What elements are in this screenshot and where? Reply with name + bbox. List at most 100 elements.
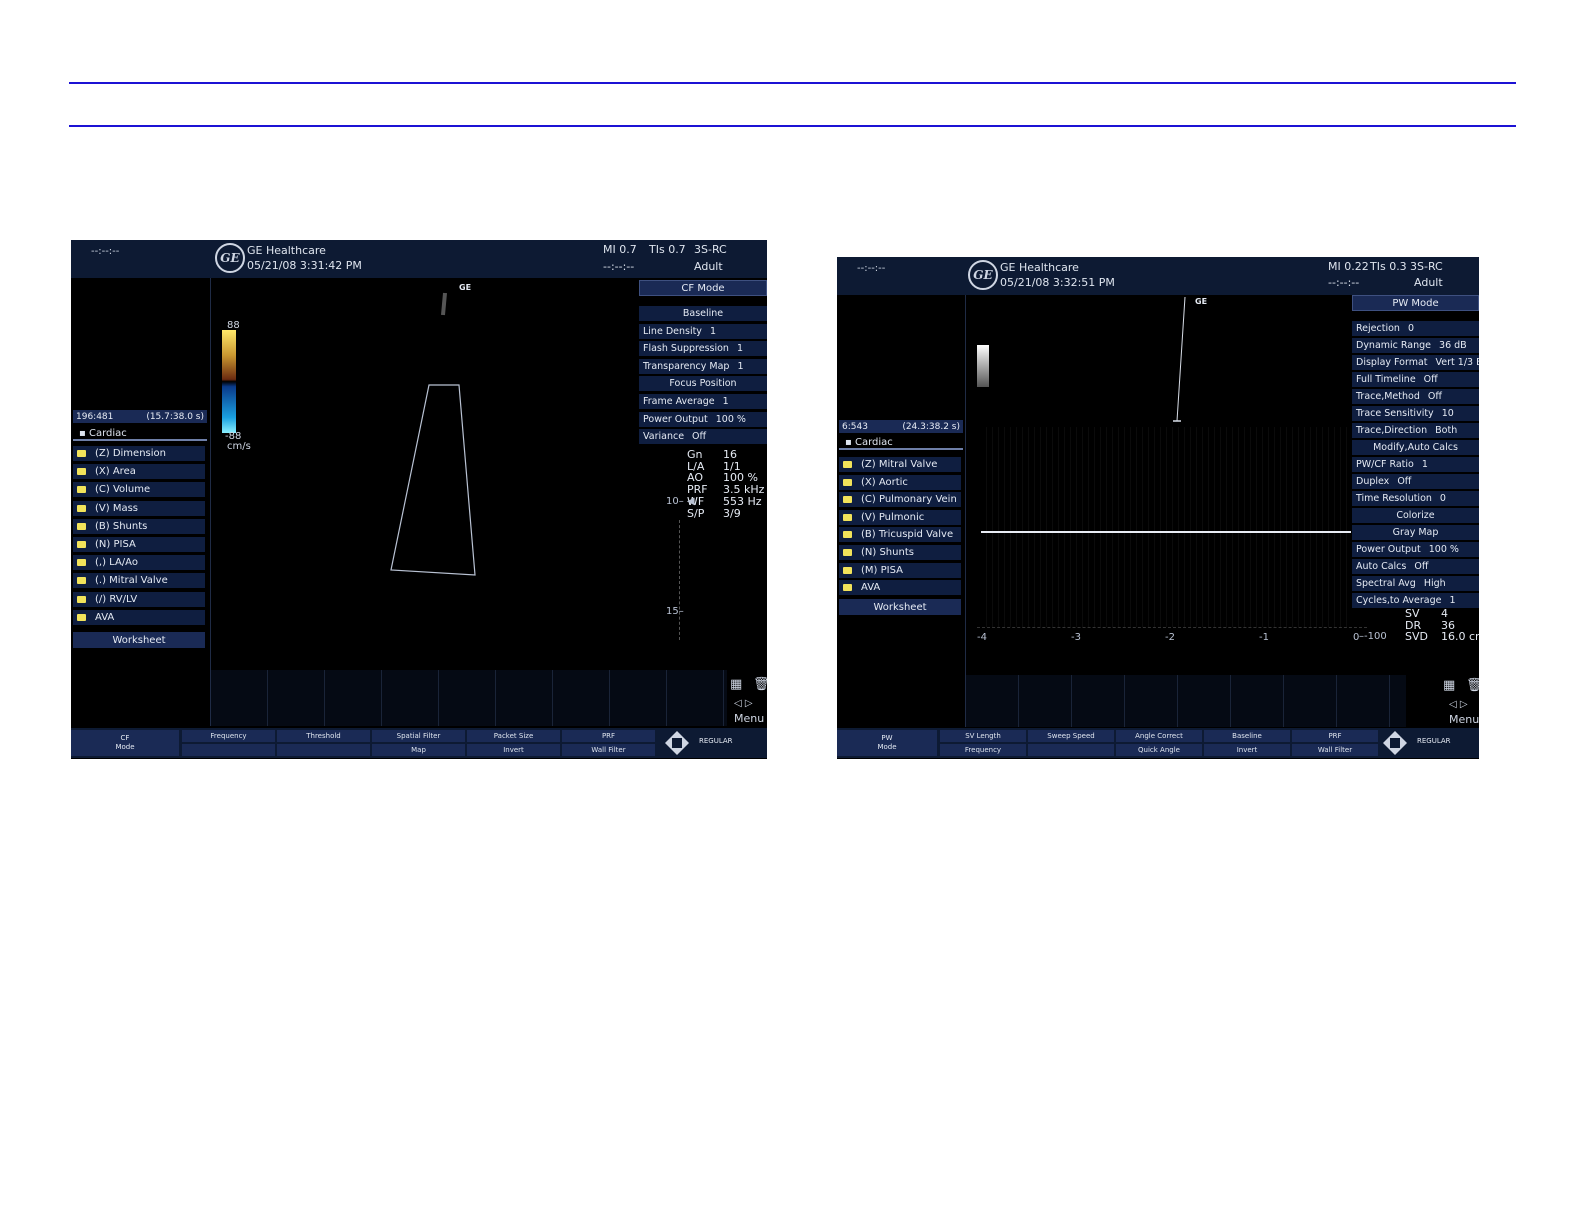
softkey-top[interactable]: Frequency [182, 730, 275, 742]
setting-row[interactable]: Variance Off [639, 429, 767, 445]
softkey-bottom[interactable]: Wall Filter [562, 744, 655, 756]
softkey-bottom[interactable] [277, 744, 370, 756]
dpad-icon[interactable] [664, 730, 690, 756]
calculator-icon[interactable]: ▦ [730, 677, 742, 692]
setting-row[interactable]: Baseline [639, 306, 767, 321]
softkey-top[interactable]: Spatial Filter [372, 730, 465, 742]
setting-row[interactable]: Modify,Auto Calcs [1352, 440, 1479, 455]
category-cardiac[interactable]: ▪ Cardiac [73, 428, 207, 441]
folder-item[interactable]: (B) Tricuspid Valve [839, 527, 961, 543]
setting-row[interactable]: Display Format Vert 1/3 B [1352, 355, 1479, 370]
folder-item[interactable]: AVA [839, 580, 961, 596]
folder-item[interactable]: AVA [73, 609, 205, 625]
mode-title[interactable]: CF Mode [639, 280, 767, 296]
folder-item[interactable]: (Z) Mitral Valve [839, 457, 961, 472]
setting-row[interactable]: Frame Average 1 [639, 394, 767, 409]
setting-row[interactable]: Rejection 0 [1352, 321, 1479, 336]
softkey-top[interactable]: Baseline [1204, 730, 1290, 742]
color-bar [222, 330, 236, 433]
category-cardiac[interactable]: ▪ Cardiac [839, 437, 963, 450]
setting-row[interactable]: Flash Suppression 1 [639, 341, 767, 357]
folder-item[interactable]: (V) Pulmonic [839, 509, 961, 525]
softkey-top[interactable]: SV Length [940, 730, 1026, 742]
mode-softkey[interactable]: PW Mode [837, 730, 937, 756]
softkey-bottom[interactable]: Map [372, 744, 465, 756]
folder-item[interactable]: (V) Mass [73, 500, 205, 516]
softkey-top[interactable]: Packet Size [467, 730, 560, 742]
setting-row[interactable]: Trace,Direction Both [1352, 423, 1479, 438]
setting-label: Full Timeline [1356, 374, 1416, 385]
softkey-top[interactable]: Angle Correct [1116, 730, 1202, 742]
folder-item[interactable]: (.) Mitral Valve [73, 573, 205, 589]
setting-row[interactable]: Transparency Map 1 [639, 358, 767, 374]
menu-label[interactable]: Menu [734, 712, 764, 725]
softkey-top[interactable]: Sweep Speed [1028, 730, 1114, 742]
setting-row[interactable]: Power Output 100 % [1352, 542, 1479, 557]
folder-item[interactable]: (N) Shunts [839, 545, 961, 560]
setting-row[interactable]: Spectral Avg High [1352, 576, 1479, 591]
thumbnail-strip [211, 670, 727, 726]
folder-item[interactable]: (/) RV/LV [73, 591, 205, 607]
setting-row[interactable]: Trace,Method Off [1352, 389, 1479, 404]
softkey-bottom[interactable]: Invert [1204, 744, 1290, 756]
setting-row[interactable]: Gray Map [1352, 525, 1479, 540]
arrows-icon[interactable]: ◁ ▷ [734, 698, 753, 709]
folder-item-label: (X) Area [95, 466, 136, 478]
mi-value: MI 0.22 [1328, 260, 1369, 273]
setting-row[interactable]: Focus Position [639, 376, 767, 392]
folder-icon [843, 549, 852, 556]
folder-item[interactable]: (X) Aortic [839, 474, 961, 490]
folder-item-label: (Z) Dimension [95, 448, 166, 459]
folder-icon [77, 577, 86, 585]
param-value: 16.0 cm [1441, 630, 1479, 643]
tis-value: TIs 0.3 [1370, 260, 1407, 273]
folder-item[interactable]: (M) PISA [839, 562, 961, 578]
regular-label: REGULAR [1417, 737, 1451, 745]
setting-label: Focus Position [669, 378, 737, 390]
folder-item[interactable]: (Z) Dimension [73, 446, 205, 461]
menu-label[interactable]: Menu [1449, 713, 1479, 726]
setting-label: Line Density [643, 325, 702, 337]
worksheet-button[interactable]: Worksheet [73, 632, 205, 648]
softkey-bottom[interactable] [1028, 744, 1114, 756]
setting-row[interactable]: Full Timeline Off [1352, 372, 1479, 387]
setting-row[interactable]: Colorize [1352, 508, 1479, 523]
softkey-bottom[interactable] [182, 744, 275, 756]
setting-row[interactable]: Power Output 100 % [639, 411, 767, 427]
setting-row[interactable]: Auto Calcs Off [1352, 559, 1479, 574]
setting-row[interactable]: Dynamic Range 36 dB [1352, 338, 1479, 353]
folder-item[interactable]: (B) Shunts [73, 518, 205, 534]
setting-value: 1 [709, 325, 716, 337]
setting-value: 100 % [715, 413, 746, 425]
arrows-icon[interactable]: ◁ ▷ [1449, 699, 1468, 710]
calculator-icon[interactable]: ▦ [1443, 678, 1455, 693]
softkey-bottom[interactable]: Wall Filter [1292, 744, 1378, 756]
trash-icon[interactable]: 🗑 [1466, 678, 1479, 693]
softkey-top[interactable]: PRF [1292, 730, 1378, 742]
mode-softkey[interactable]: CF Mode [71, 730, 179, 756]
softkey-top[interactable]: Threshold [277, 730, 370, 742]
setting-row[interactable]: Duplex Off [1352, 474, 1479, 489]
setting-row[interactable]: Time Resolution 0 [1352, 491, 1479, 506]
dpad-icon[interactable] [1382, 730, 1408, 756]
folder-item[interactable]: (,) LA/Ao [73, 555, 205, 571]
setting-row[interactable]: Line Density 1 [639, 323, 767, 339]
softkey-top[interactable]: PRF [562, 730, 655, 742]
folder-icon [843, 531, 852, 539]
folder-item[interactable]: (C) Pulmonary Vein [839, 492, 961, 508]
param-name: S/P [687, 506, 705, 520]
folder-item[interactable]: (C) Volume [73, 482, 205, 498]
setting-row[interactable]: PW/CF Ratio 1 [1352, 457, 1479, 472]
folder-item[interactable]: (X) Area [73, 464, 205, 480]
softkey-bottom[interactable]: Frequency [940, 744, 1026, 756]
pw-settings-panel: PW Mode Rejection 0 Dynamic Range 36 dB Disp… [1352, 295, 1479, 608]
trash-icon[interactable]: 🗑 [753, 677, 767, 692]
worksheet-button[interactable]: Worksheet [839, 599, 961, 615]
setting-row[interactable]: Trace Sensitivity 10 [1352, 406, 1479, 421]
folder-item[interactable]: (N) PISA [73, 537, 205, 552]
softkey-bottom[interactable]: Quick Angle [1116, 744, 1202, 756]
softkey-bottom[interactable]: Invert [467, 744, 560, 756]
setting-row[interactable]: Cycles,to Average 1 [1352, 593, 1479, 608]
setting-label: Trace Sensitivity [1356, 408, 1434, 419]
mode-title[interactable]: PW Mode [1352, 295, 1479, 311]
